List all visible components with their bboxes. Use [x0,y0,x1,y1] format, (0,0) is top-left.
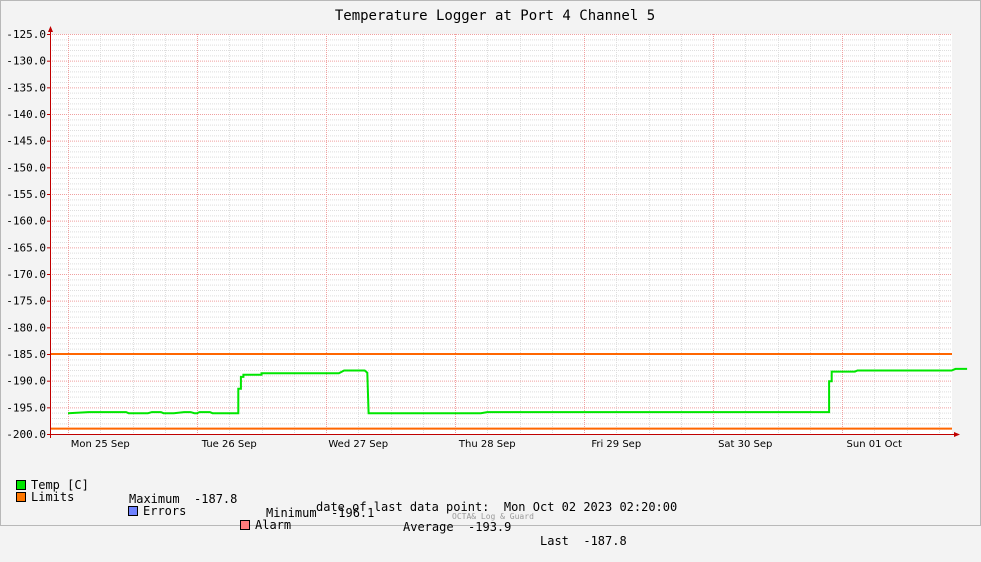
y-tick-label: -155.0 [6,188,46,201]
y-tick-label: -125.0 [6,28,46,41]
chart-title: Temperature Logger at Port 4 Channel 5 [335,8,655,24]
limits-swatch-icon [16,491,26,502]
watermark: OCTA& Log & Guard [452,512,534,521]
chart-frame: -125.0 -130.0 -135.0 -140.0 -145.0 -150.0 -155… [0,0,981,548]
legend-limits: Limits [16,490,74,504]
x-axis-arrow-icon [954,432,960,437]
y-tick-label: -130.0 [6,55,46,68]
legend-alarm: Alarm [240,518,291,532]
x-tick-label: Tue 26 Sep [201,439,257,450]
x-tick-label: Sat 30 Sep [718,439,772,450]
y-tick-label: -135.0 [6,81,46,94]
x-tick-label: Wed 27 Sep [328,439,388,450]
legend-row-2: Limits Errors Alarm [16,476,291,546]
y-tick-label: -190.0 [6,375,46,388]
average-label: Average [403,520,454,534]
legend-errors: Errors [128,504,186,518]
x-tick-label: Mon 25 Sep [71,439,130,450]
y-axis-arrow-icon [48,26,53,32]
y-tick-label: -160.0 [6,215,46,228]
y-tick-label: -170.0 [6,268,46,281]
stat-last: Last -187.8 [540,534,627,548]
x-tick-label: Thu 28 Sep [458,439,516,450]
x-tick-label: Fri 29 Sep [591,439,641,450]
y-tick-label: -180.0 [6,321,46,334]
temperature-chart: -125.0 -130.0 -135.0 -140.0 -145.0 -150.0 -155… [6,8,968,450]
last-label: Last [540,534,569,548]
last-value: -187.8 [583,534,627,548]
legend-errors-label: Errors [143,504,187,518]
maximum-value: -187.8 [194,492,238,506]
legend-limits-label: Limits [31,490,75,504]
errors-swatch-icon [128,505,138,516]
stat-average: Average -193.9 [403,520,511,534]
y-tick-label: -140.0 [6,108,46,121]
y-tick-label: -175.0 [6,295,46,308]
legend-alarm-label: Alarm [255,518,292,532]
y-tick-label: -150.0 [6,161,46,174]
x-tick-label: Sun 01 Oct [847,439,902,450]
alarm-swatch-icon [240,519,250,530]
plot-area [50,34,952,434]
y-tick-label: -145.0 [6,135,46,148]
y-tick-label: -165.0 [6,241,46,254]
y-tick-label: -195.0 [6,401,46,414]
y-tick-label: -200.0 [6,428,46,441]
average-value: -193.9 [468,520,512,534]
y-tick-label: -185.0 [6,348,46,361]
